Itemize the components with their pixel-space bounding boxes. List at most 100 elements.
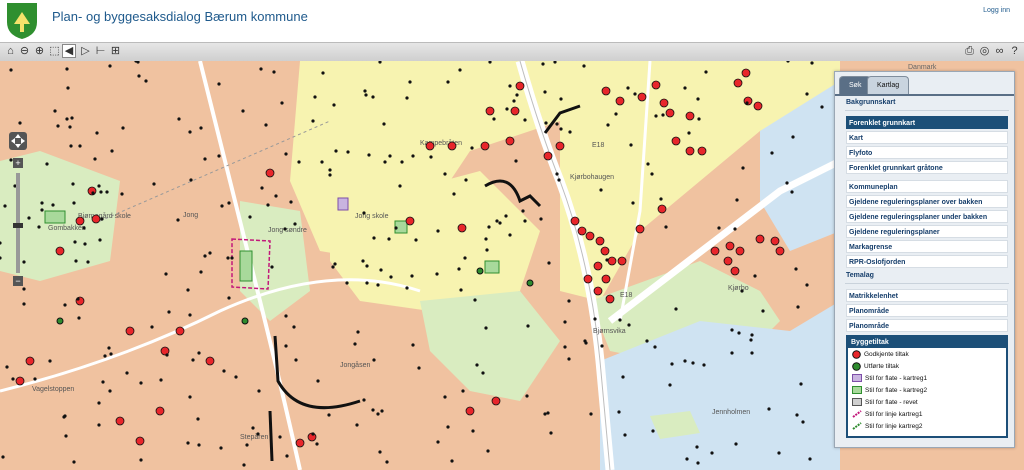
marker-dot[interactable] bbox=[457, 267, 461, 271]
marker-dot[interactable] bbox=[411, 343, 415, 347]
marker-dot[interactable] bbox=[33, 377, 37, 381]
marker-dot[interactable] bbox=[687, 131, 691, 135]
marker-dot[interactable] bbox=[498, 221, 502, 225]
marker-dot[interactable] bbox=[367, 153, 371, 157]
marker-dot[interactable] bbox=[188, 313, 192, 317]
marker-dot[interactable] bbox=[97, 401, 101, 405]
marker-dot[interactable] bbox=[22, 302, 26, 306]
marker-dot[interactable] bbox=[405, 286, 409, 290]
marker-dot[interactable] bbox=[93, 157, 97, 161]
marker-dot[interactable] bbox=[512, 99, 516, 103]
approved-marker[interactable] bbox=[601, 86, 611, 96]
marker-dot[interactable] bbox=[18, 121, 22, 125]
marker-dot[interactable] bbox=[227, 296, 231, 300]
marker-dot[interactable] bbox=[750, 351, 754, 355]
approved-marker[interactable] bbox=[75, 216, 85, 226]
approved-marker[interactable] bbox=[505, 136, 515, 146]
marker-dot[interactable] bbox=[217, 154, 221, 158]
approved-marker[interactable] bbox=[741, 68, 751, 78]
marker-dot[interactable] bbox=[203, 254, 207, 258]
marker-dot[interactable] bbox=[563, 345, 567, 349]
approved-marker[interactable] bbox=[710, 246, 720, 256]
marker-dot[interactable] bbox=[400, 160, 404, 164]
marker-dot[interactable] bbox=[429, 155, 433, 159]
marker-dot[interactable] bbox=[191, 358, 195, 362]
marker-dot[interactable] bbox=[799, 382, 803, 386]
marker-dot[interactable] bbox=[110, 149, 114, 153]
approved-marker[interactable] bbox=[659, 98, 669, 108]
marker-dot[interactable] bbox=[461, 389, 465, 393]
marker-dot[interactable] bbox=[292, 325, 296, 329]
approved-marker[interactable] bbox=[665, 108, 675, 118]
marker-dot[interactable] bbox=[53, 109, 57, 113]
approved-marker[interactable] bbox=[753, 101, 763, 111]
approved-marker[interactable] bbox=[583, 274, 593, 284]
marker-dot[interactable] bbox=[97, 184, 101, 188]
approved-marker[interactable] bbox=[770, 236, 780, 246]
marker-dot[interactable] bbox=[436, 440, 440, 444]
marker-dot[interactable] bbox=[629, 143, 633, 147]
back-icon[interactable]: ◀ bbox=[62, 44, 76, 58]
marker-dot[interactable] bbox=[645, 339, 649, 343]
marker-dot[interactable] bbox=[796, 305, 800, 309]
marker-dot[interactable] bbox=[260, 186, 264, 190]
zoom-box-icon[interactable]: ⬚ bbox=[47, 44, 62, 59]
marker-dot[interactable] bbox=[446, 80, 450, 84]
marker-dot[interactable] bbox=[495, 219, 499, 223]
approved-marker[interactable] bbox=[405, 216, 415, 226]
marker-dot[interactable] bbox=[364, 93, 368, 97]
marker-dot[interactable] bbox=[78, 144, 82, 148]
marker-dot[interactable] bbox=[745, 101, 749, 105]
marker-dot[interactable] bbox=[259, 67, 263, 71]
marker-dot[interactable] bbox=[332, 103, 336, 107]
layer-planomrade-2[interactable]: Planområde bbox=[846, 319, 1008, 332]
marker-dot[interactable] bbox=[361, 259, 365, 263]
measure-area-icon[interactable]: ⊞ bbox=[108, 44, 123, 59]
marker-dot[interactable] bbox=[523, 219, 527, 223]
marker-dot[interactable] bbox=[463, 256, 467, 260]
layer-markagrense[interactable]: Markagrense bbox=[846, 240, 1008, 253]
approved-marker[interactable] bbox=[730, 266, 740, 276]
marker-dot[interactable] bbox=[125, 371, 129, 375]
marker-dot[interactable] bbox=[101, 380, 105, 384]
marker-dot[interactable] bbox=[69, 144, 73, 148]
marker-dot[interactable] bbox=[568, 130, 572, 134]
home-icon[interactable]: ⌂ bbox=[3, 44, 18, 59]
marker-dot[interactable] bbox=[144, 79, 148, 83]
marker-dot[interactable] bbox=[11, 377, 15, 381]
marker-dot[interactable] bbox=[627, 323, 631, 327]
approved-marker[interactable] bbox=[593, 261, 603, 271]
approved-marker[interactable] bbox=[637, 92, 647, 102]
approved-marker[interactable] bbox=[485, 106, 495, 116]
marker-dot[interactable] bbox=[74, 259, 78, 263]
marker-dot[interactable] bbox=[717, 226, 721, 230]
marker-dot[interactable] bbox=[313, 95, 317, 99]
marker-dot[interactable] bbox=[646, 162, 650, 166]
marker-dot[interactable] bbox=[76, 297, 80, 301]
marker-dot[interactable] bbox=[285, 454, 289, 458]
marker-dot[interactable] bbox=[753, 274, 757, 278]
marker-dot[interactable] bbox=[621, 375, 625, 379]
marker-dot[interactable] bbox=[543, 412, 547, 416]
layer-regplan-over[interactable]: Gjeldene reguleringsplaner over bakken bbox=[846, 195, 1008, 208]
marker-dot[interactable] bbox=[704, 70, 708, 74]
marker-dot[interactable] bbox=[196, 417, 200, 421]
marker-dot[interactable] bbox=[387, 237, 391, 241]
marker-dot[interactable] bbox=[470, 146, 474, 150]
marker-dot[interactable] bbox=[86, 260, 90, 264]
marker-dot[interactable] bbox=[270, 265, 274, 269]
marker-dot[interactable] bbox=[274, 194, 278, 198]
marker-dot[interactable] bbox=[790, 190, 794, 194]
marker-dot[interactable] bbox=[45, 162, 49, 166]
marker-dot[interactable] bbox=[606, 123, 610, 127]
marker-dot[interactable] bbox=[72, 201, 76, 205]
help-icon[interactable]: ? bbox=[1007, 44, 1022, 59]
marker-dot[interactable] bbox=[297, 160, 301, 164]
marker-dot[interactable] bbox=[563, 320, 567, 324]
approved-marker[interactable] bbox=[295, 438, 305, 448]
marker-dot[interactable] bbox=[72, 460, 76, 464]
marker-dot[interactable] bbox=[710, 451, 714, 455]
zoom-handle[interactable] bbox=[13, 223, 23, 228]
marker-dot[interactable] bbox=[222, 369, 226, 373]
marker-dot[interactable] bbox=[355, 423, 359, 427]
